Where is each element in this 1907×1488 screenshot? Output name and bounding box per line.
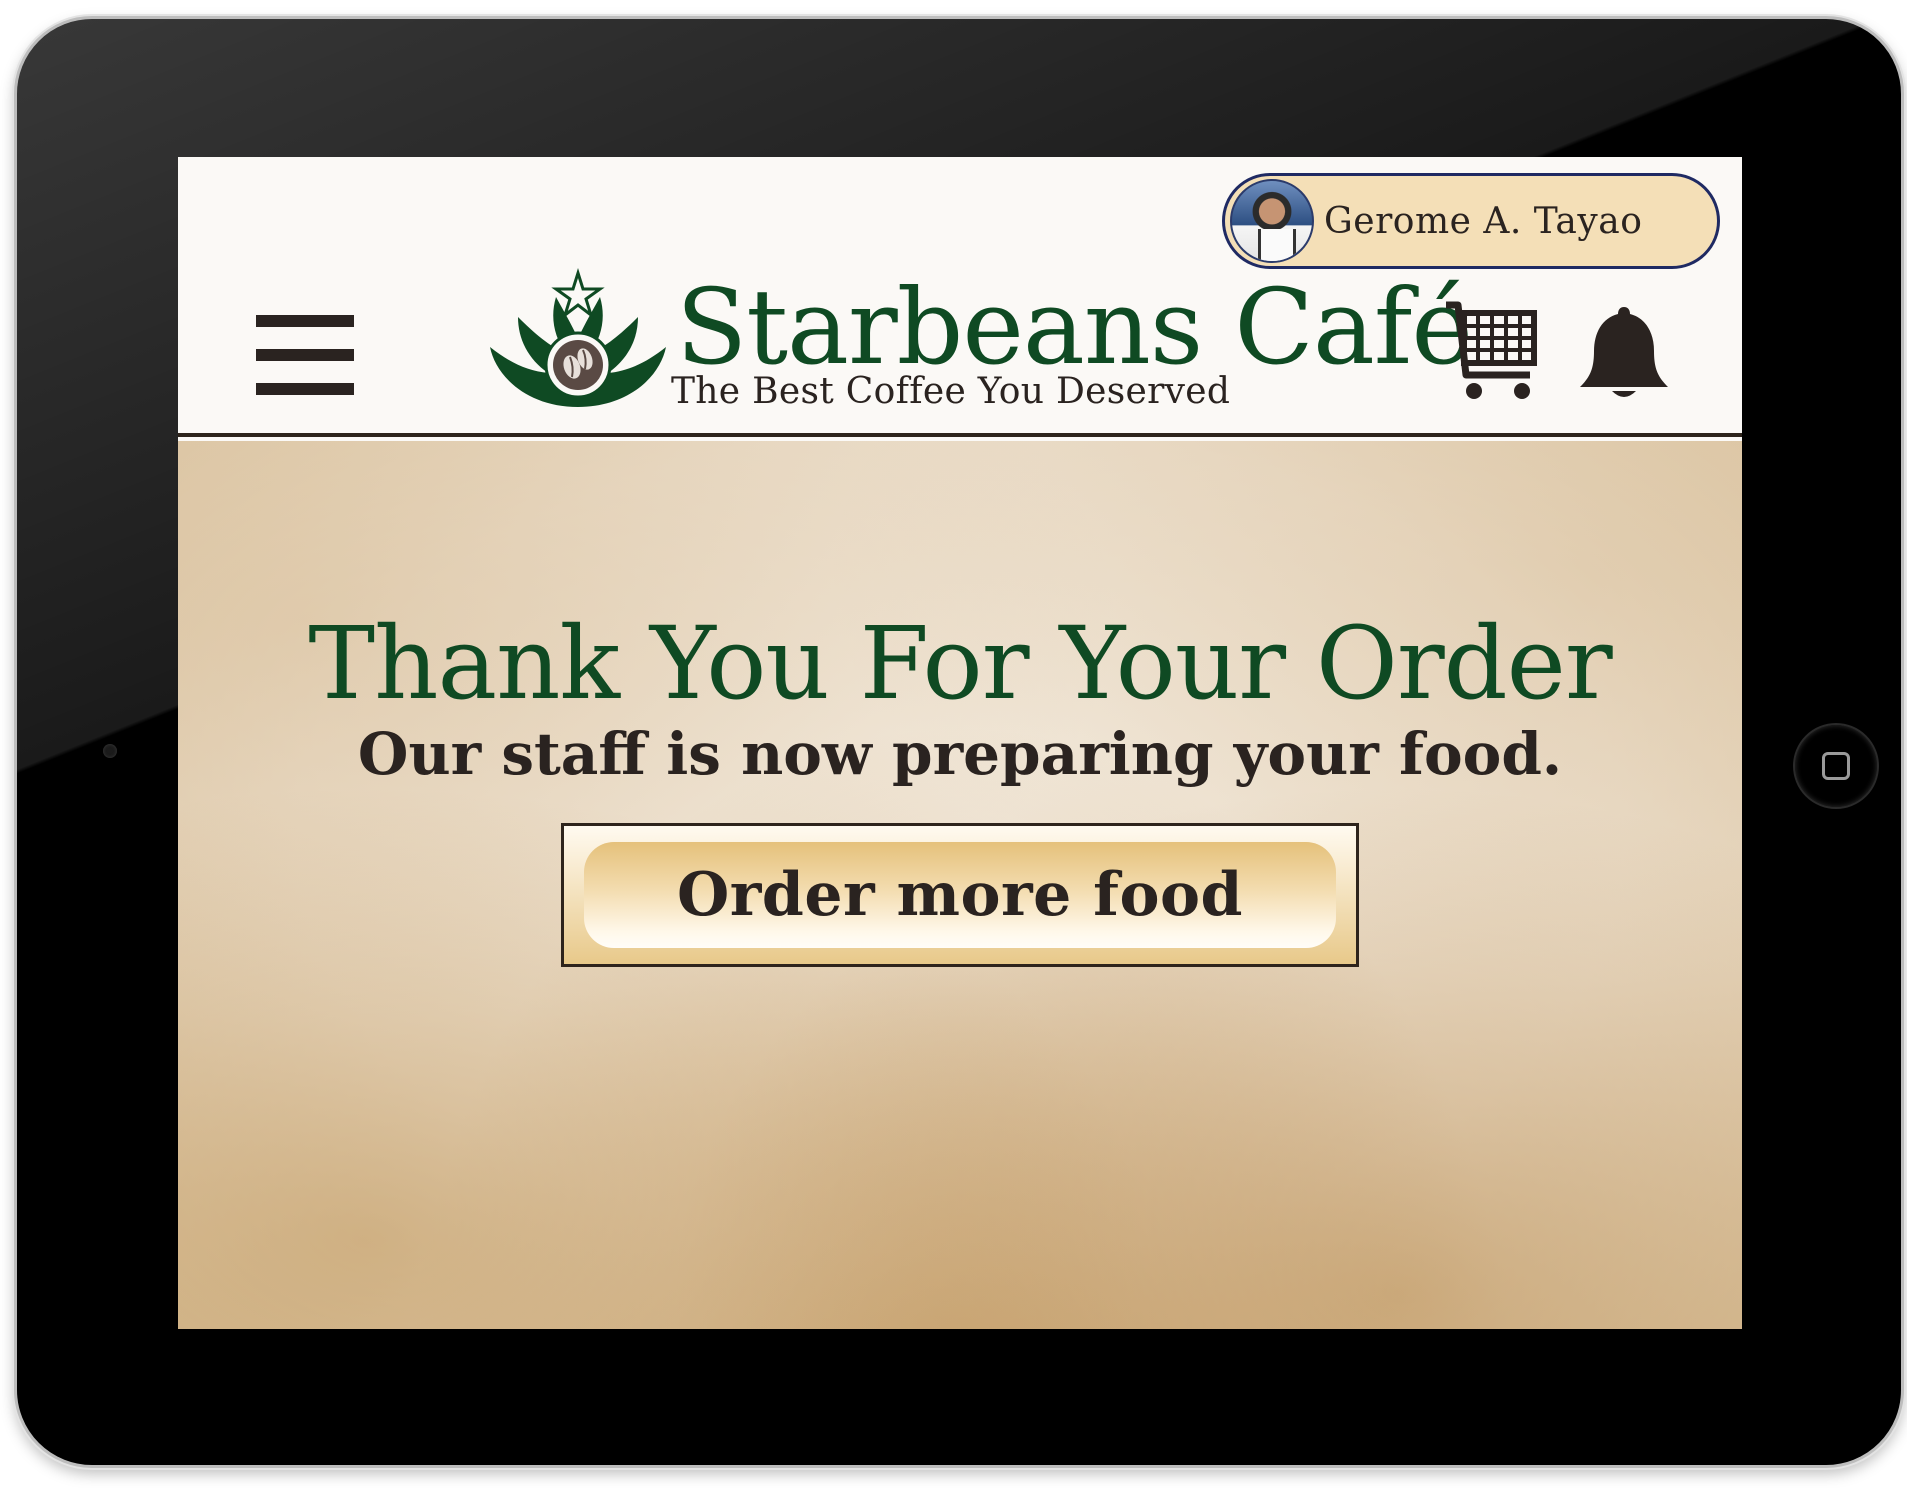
brand-tagline: The Best Coffee You Deserved (671, 371, 1231, 412)
avatar (1230, 179, 1314, 263)
starbeans-logo-emblem (490, 267, 666, 407)
user-name: Gerome A. Tayao (1324, 200, 1643, 242)
order-more-food-button[interactable]: Order more food (561, 823, 1359, 967)
order-confirmation-panel: Thank You For Your Order Our staff is no… (178, 441, 1742, 1329)
brand-title: Starbeans Café (676, 266, 1473, 388)
home-button[interactable] (1793, 723, 1879, 809)
home-square-icon (1822, 752, 1850, 780)
menu-bar (256, 315, 354, 327)
confirmation-heading: Thank You For Your Order (308, 605, 1612, 722)
user-profile-pill[interactable]: Gerome A. Tayao (1222, 173, 1720, 269)
notification-bell-icon[interactable] (1578, 303, 1670, 403)
app-header: Gerome A. Tayao Starbeans Café The Best … (178, 157, 1742, 437)
front-camera (103, 744, 117, 758)
confirmation-message: Our staff is now preparing your food. (357, 720, 1563, 788)
hamburger-menu-icon[interactable] (256, 315, 354, 395)
menu-bar (256, 383, 354, 395)
menu-bar (256, 349, 354, 361)
order-more-food-label: Order more food (584, 842, 1336, 948)
shopping-cart-icon[interactable] (1442, 297, 1542, 403)
app-screen: Gerome A. Tayao Starbeans Café The Best … (178, 157, 1742, 1329)
